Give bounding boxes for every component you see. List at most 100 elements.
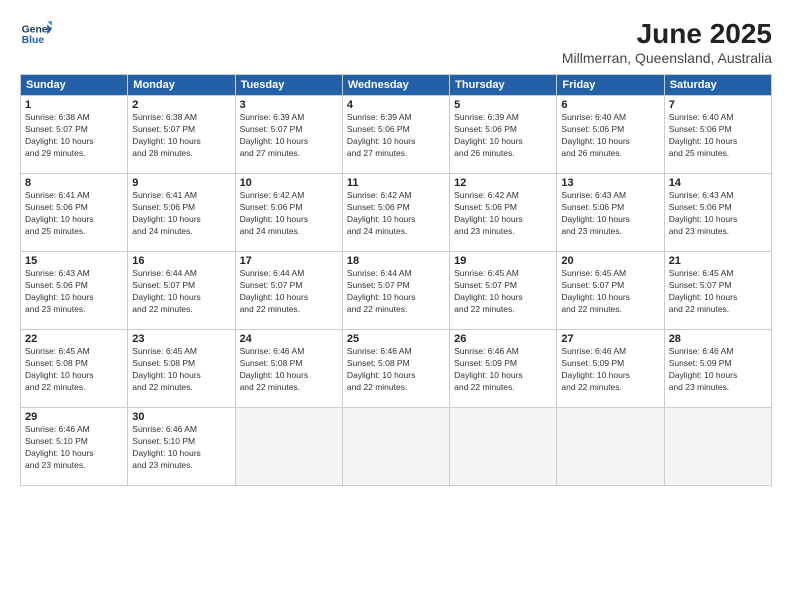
calendar-cell: 4Sunrise: 6:39 AMSunset: 5:06 PMDaylight… <box>342 96 449 174</box>
day-number: 28 <box>669 333 767 345</box>
calendar-cell: 13Sunrise: 6:43 AMSunset: 5:06 PMDayligh… <box>557 174 664 252</box>
day-info: Sunrise: 6:43 AMSunset: 5:06 PMDaylight:… <box>561 190 659 238</box>
day-number: 8 <box>25 177 123 189</box>
calendar-cell: 9Sunrise: 6:41 AMSunset: 5:06 PMDaylight… <box>128 174 235 252</box>
day-number: 26 <box>454 333 552 345</box>
day-number: 10 <box>240 177 338 189</box>
title-block: June 2025 Millmerran, Queensland, Austra… <box>562 18 772 66</box>
calendar-body: 1Sunrise: 6:38 AMSunset: 5:07 PMDaylight… <box>21 96 772 486</box>
page: General Blue June 2025 Millmerran, Queen… <box>0 0 792 612</box>
day-number: 22 <box>25 333 123 345</box>
calendar-cell: 22Sunrise: 6:45 AMSunset: 5:08 PMDayligh… <box>21 330 128 408</box>
day-info: Sunrise: 6:46 AMSunset: 5:09 PMDaylight:… <box>561 346 659 394</box>
calendar-cell: 5Sunrise: 6:39 AMSunset: 5:06 PMDaylight… <box>450 96 557 174</box>
col-thursday: Thursday <box>450 75 557 96</box>
header: General Blue June 2025 Millmerran, Queen… <box>20 18 772 66</box>
day-info: Sunrise: 6:44 AMSunset: 5:07 PMDaylight:… <box>132 268 230 316</box>
calendar-cell: 28Sunrise: 6:46 AMSunset: 5:09 PMDayligh… <box>664 330 771 408</box>
subtitle: Millmerran, Queensland, Australia <box>562 50 772 66</box>
day-info: Sunrise: 6:46 AMSunset: 5:10 PMDaylight:… <box>132 424 230 472</box>
day-info: Sunrise: 6:41 AMSunset: 5:06 PMDaylight:… <box>25 190 123 238</box>
calendar-cell: 14Sunrise: 6:43 AMSunset: 5:06 PMDayligh… <box>664 174 771 252</box>
day-info: Sunrise: 6:46 AMSunset: 5:09 PMDaylight:… <box>669 346 767 394</box>
col-friday: Friday <box>557 75 664 96</box>
day-info: Sunrise: 6:39 AMSunset: 5:06 PMDaylight:… <box>347 112 445 160</box>
calendar-cell: 8Sunrise: 6:41 AMSunset: 5:06 PMDaylight… <box>21 174 128 252</box>
logo-icon: General Blue <box>20 18 52 50</box>
calendar-cell: 7Sunrise: 6:40 AMSunset: 5:06 PMDaylight… <box>664 96 771 174</box>
svg-text:Blue: Blue <box>22 35 45 46</box>
day-number: 18 <box>347 255 445 267</box>
day-info: Sunrise: 6:40 AMSunset: 5:06 PMDaylight:… <box>561 112 659 160</box>
calendar-cell: 17Sunrise: 6:44 AMSunset: 5:07 PMDayligh… <box>235 252 342 330</box>
day-number: 23 <box>132 333 230 345</box>
day-number: 30 <box>132 411 230 423</box>
calendar-cell: 3Sunrise: 6:39 AMSunset: 5:07 PMDaylight… <box>235 96 342 174</box>
calendar-cell: 20Sunrise: 6:45 AMSunset: 5:07 PMDayligh… <box>557 252 664 330</box>
calendar-week-5: 29Sunrise: 6:46 AMSunset: 5:10 PMDayligh… <box>21 408 772 486</box>
day-info: Sunrise: 6:44 AMSunset: 5:07 PMDaylight:… <box>240 268 338 316</box>
day-info: Sunrise: 6:45 AMSunset: 5:07 PMDaylight:… <box>669 268 767 316</box>
col-saturday: Saturday <box>664 75 771 96</box>
day-number: 13 <box>561 177 659 189</box>
calendar-cell: 6Sunrise: 6:40 AMSunset: 5:06 PMDaylight… <box>557 96 664 174</box>
col-monday: Monday <box>128 75 235 96</box>
calendar-week-4: 22Sunrise: 6:45 AMSunset: 5:08 PMDayligh… <box>21 330 772 408</box>
day-info: Sunrise: 6:39 AMSunset: 5:07 PMDaylight:… <box>240 112 338 160</box>
day-number: 15 <box>25 255 123 267</box>
day-info: Sunrise: 6:42 AMSunset: 5:06 PMDaylight:… <box>347 190 445 238</box>
calendar-cell: 12Sunrise: 6:42 AMSunset: 5:06 PMDayligh… <box>450 174 557 252</box>
day-number: 4 <box>347 99 445 111</box>
calendar-cell: 18Sunrise: 6:44 AMSunset: 5:07 PMDayligh… <box>342 252 449 330</box>
calendar-cell <box>557 408 664 486</box>
day-info: Sunrise: 6:41 AMSunset: 5:06 PMDaylight:… <box>132 190 230 238</box>
col-tuesday: Tuesday <box>235 75 342 96</box>
calendar-cell: 16Sunrise: 6:44 AMSunset: 5:07 PMDayligh… <box>128 252 235 330</box>
day-info: Sunrise: 6:38 AMSunset: 5:07 PMDaylight:… <box>25 112 123 160</box>
day-number: 1 <box>25 99 123 111</box>
day-number: 3 <box>240 99 338 111</box>
day-info: Sunrise: 6:45 AMSunset: 5:08 PMDaylight:… <box>25 346 123 394</box>
calendar-cell: 11Sunrise: 6:42 AMSunset: 5:06 PMDayligh… <box>342 174 449 252</box>
day-number: 29 <box>25 411 123 423</box>
logo: General Blue <box>20 18 52 50</box>
calendar-cell: 1Sunrise: 6:38 AMSunset: 5:07 PMDaylight… <box>21 96 128 174</box>
header-row: Sunday Monday Tuesday Wednesday Thursday… <box>21 75 772 96</box>
calendar-cell: 30Sunrise: 6:46 AMSunset: 5:10 PMDayligh… <box>128 408 235 486</box>
calendar-cell: 23Sunrise: 6:45 AMSunset: 5:08 PMDayligh… <box>128 330 235 408</box>
day-number: 7 <box>669 99 767 111</box>
col-sunday: Sunday <box>21 75 128 96</box>
calendar-cell: 26Sunrise: 6:46 AMSunset: 5:09 PMDayligh… <box>450 330 557 408</box>
calendar-cell <box>664 408 771 486</box>
calendar-week-2: 8Sunrise: 6:41 AMSunset: 5:06 PMDaylight… <box>21 174 772 252</box>
day-info: Sunrise: 6:44 AMSunset: 5:07 PMDaylight:… <box>347 268 445 316</box>
day-info: Sunrise: 6:45 AMSunset: 5:07 PMDaylight:… <box>454 268 552 316</box>
calendar-cell: 24Sunrise: 6:46 AMSunset: 5:08 PMDayligh… <box>235 330 342 408</box>
calendar-cell: 2Sunrise: 6:38 AMSunset: 5:07 PMDaylight… <box>128 96 235 174</box>
day-number: 14 <box>669 177 767 189</box>
calendar-cell <box>235 408 342 486</box>
day-number: 21 <box>669 255 767 267</box>
calendar-cell: 29Sunrise: 6:46 AMSunset: 5:10 PMDayligh… <box>21 408 128 486</box>
day-number: 19 <box>454 255 552 267</box>
calendar-cell: 21Sunrise: 6:45 AMSunset: 5:07 PMDayligh… <box>664 252 771 330</box>
day-number: 5 <box>454 99 552 111</box>
calendar-week-3: 15Sunrise: 6:43 AMSunset: 5:06 PMDayligh… <box>21 252 772 330</box>
day-number: 25 <box>347 333 445 345</box>
day-number: 11 <box>347 177 445 189</box>
day-number: 24 <box>240 333 338 345</box>
day-info: Sunrise: 6:46 AMSunset: 5:08 PMDaylight:… <box>347 346 445 394</box>
day-info: Sunrise: 6:45 AMSunset: 5:08 PMDaylight:… <box>132 346 230 394</box>
calendar-cell: 19Sunrise: 6:45 AMSunset: 5:07 PMDayligh… <box>450 252 557 330</box>
day-number: 12 <box>454 177 552 189</box>
day-number: 20 <box>561 255 659 267</box>
day-info: Sunrise: 6:46 AMSunset: 5:10 PMDaylight:… <box>25 424 123 472</box>
day-number: 27 <box>561 333 659 345</box>
day-info: Sunrise: 6:42 AMSunset: 5:06 PMDaylight:… <box>240 190 338 238</box>
day-info: Sunrise: 6:39 AMSunset: 5:06 PMDaylight:… <box>454 112 552 160</box>
day-info: Sunrise: 6:42 AMSunset: 5:06 PMDaylight:… <box>454 190 552 238</box>
day-info: Sunrise: 6:43 AMSunset: 5:06 PMDaylight:… <box>669 190 767 238</box>
day-info: Sunrise: 6:38 AMSunset: 5:07 PMDaylight:… <box>132 112 230 160</box>
day-info: Sunrise: 6:40 AMSunset: 5:06 PMDaylight:… <box>669 112 767 160</box>
calendar-header: Sunday Monday Tuesday Wednesday Thursday… <box>21 75 772 96</box>
